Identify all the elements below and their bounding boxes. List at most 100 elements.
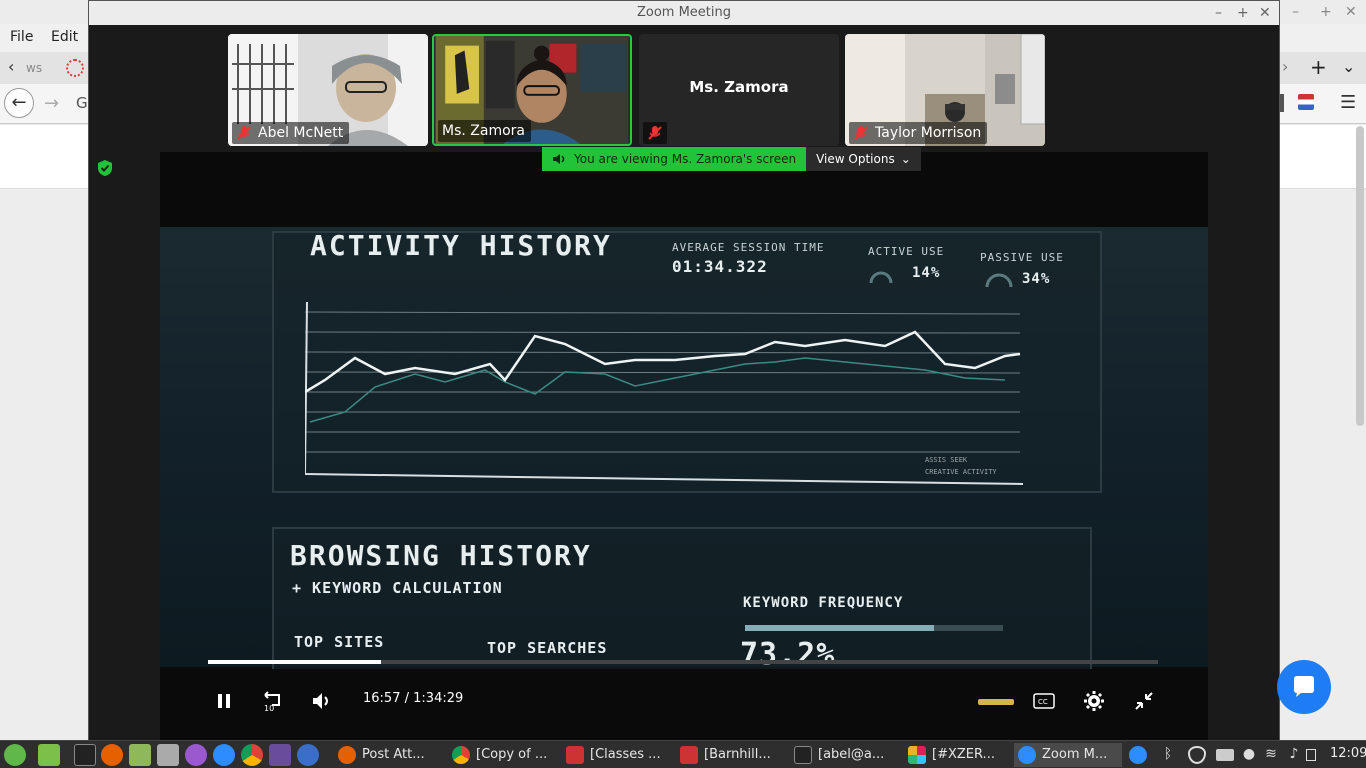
menu-edit[interactable]: Edit [51, 29, 78, 45]
tab-fragment[interactable]: ws [26, 61, 42, 75]
taskbar-window-terminal[interactable]: [abel@a... [790, 743, 898, 767]
activity-history-title: ACTIVITY HISTORY [310, 229, 612, 262]
duration: 1:34:29 [413, 691, 464, 706]
wifi-icon[interactable]: ≋ [1262, 746, 1280, 764]
participant-name: Taylor Morrison [875, 125, 982, 141]
passive-use-label: PASSIVE USE [980, 251, 1064, 264]
captions-icon[interactable]: CC [1032, 689, 1056, 713]
new-tab-icon[interactable]: + [1310, 55, 1327, 79]
participant-tile-zamora-screen[interactable]: Ms. Zamora [639, 34, 839, 146]
hamburger-menu-icon[interactable]: ☰ [1340, 92, 1356, 113]
mic-muted-icon [237, 126, 251, 140]
browsing-history-title: BROWSING HISTORY [290, 539, 592, 572]
screenshot-launcher-icon[interactable] [157, 744, 179, 766]
firefox-launcher-icon[interactable] [101, 744, 123, 766]
mint-menu-icon[interactable] [4, 744, 26, 766]
menu-file[interactable]: File [10, 29, 33, 45]
user-icon[interactable]: ● [1240, 746, 1258, 764]
chat-bubble-button[interactable] [1277, 660, 1331, 714]
clock[interactable]: 12:09 [1330, 746, 1366, 761]
minimize-icon[interactable]: – [1215, 1, 1222, 25]
avg-session-label: AVERAGE SESSION TIME [672, 241, 825, 254]
participant-tile-zamora-video[interactable]: Ms. Zamora [432, 34, 632, 146]
emacs-launcher-icon[interactable] [185, 744, 207, 766]
keyword-frequency-bar [745, 625, 1003, 631]
tab-scroll-right-icon[interactable]: › [1282, 57, 1288, 76]
participant-name-tag [643, 122, 667, 144]
skip-back-icon[interactable]: 10 [260, 689, 284, 713]
zoom-window: Zoom Meeting – + ✕ Abel McNett Ms. Zamor… [88, 0, 1280, 741]
tab-list-icon[interactable]: ⌄ [1342, 57, 1355, 76]
zoom-titlebar: Zoom Meeting – + ✕ [89, 1, 1279, 25]
slack-icon [908, 746, 926, 764]
pause-icon[interactable] [212, 689, 236, 713]
shield-tray-icon[interactable] [1188, 746, 1206, 764]
svg-text:10: 10 [264, 704, 274, 713]
window-label: Post Att... [362, 747, 425, 762]
participant-name: Abel McNett [258, 125, 344, 141]
battery-icon[interactable] [1306, 749, 1316, 761]
zoom-tray-icon[interactable] [1129, 746, 1147, 764]
taskbar-window-barnhill[interactable]: [Barnhill... [676, 743, 784, 767]
taskbar: Post Att... [Copy of ... [Classes ... [B… [0, 740, 1366, 768]
taskbar-window-slack[interactable]: [#XZER... [904, 743, 1012, 767]
encryption-shield-icon[interactable] [97, 159, 113, 177]
top-sites-label: TOP SITES [294, 633, 385, 651]
zoom-launcher-icon[interactable] [213, 744, 235, 766]
close-icon[interactable]: ✕ [1259, 1, 1271, 25]
tab-scroll-left-icon[interactable]: ‹ [8, 57, 14, 76]
volume-icon[interactable] [310, 689, 334, 713]
keyword-frequency-label: KEYWORD FREQUENCY [743, 595, 904, 611]
participant-name-tag: Taylor Morrison [849, 122, 988, 144]
app-icon [566, 746, 584, 764]
window-label: [#XZER... [932, 747, 995, 762]
forward-icon[interactable]: → [44, 93, 59, 114]
printer-icon[interactable] [1216, 749, 1234, 761]
active-use-label: ACTIVE USE [868, 245, 945, 258]
maximize-icon[interactable]: + [1320, 4, 1332, 20]
viewing-screen-notice: You are viewing Ms. Zamora's screen [542, 147, 807, 171]
participant-tile-abel[interactable]: Abel McNett [228, 34, 428, 146]
participant-name-tag: Ms. Zamora [438, 120, 531, 142]
app-launcher-icon[interactable] [297, 744, 319, 766]
shared-screen[interactable]: ACTIVITY HISTORY AVERAGE SESSION TIME 01… [160, 152, 1208, 741]
taskbar-window-zoom[interactable]: Zoom M... [1014, 743, 1122, 767]
taskbar-window-classes[interactable]: [Classes ... [562, 743, 670, 767]
files-launcher-icon[interactable] [129, 744, 151, 766]
scrollbar[interactable] [1356, 126, 1364, 426]
settings-gear-icon[interactable] [1082, 689, 1106, 713]
time-separator: / [404, 691, 409, 706]
flag-extension-icon[interactable] [1298, 94, 1314, 110]
taskbar-window-chrome[interactable]: [Copy of ... [448, 743, 556, 767]
activity-line-chart: ASSIS SEEK CREATIVE ACTIVITY [305, 302, 1024, 485]
legend-item: ASSIS SEEK [925, 456, 968, 464]
browsing-history-subtitle: + KEYWORD CALCULATION [292, 579, 503, 597]
close-icon[interactable]: ✕ [1345, 4, 1357, 20]
loading-icon [66, 59, 84, 77]
view-options-button[interactable]: View Options ⌄ [806, 147, 921, 171]
active-use-gauge-icon [869, 271, 893, 284]
chevron-down-icon: ⌄ [900, 152, 911, 166]
reload-icon[interactable]: G [76, 94, 88, 112]
terminal-launcher-icon[interactable] [74, 744, 96, 766]
speaker-icon [553, 154, 565, 164]
zoom-meeting-body: Abel McNett Ms. Zamora Ms. Zamora Taylor… [89, 25, 1279, 741]
taskbar-window-firefox[interactable]: Post Att... [334, 743, 442, 767]
keyword-frequency-fill [745, 625, 934, 631]
top-searches-label: TOP SEARCHES [487, 639, 608, 657]
screen-share-banner: You are viewing Ms. Zamora's screen View… [542, 147, 921, 171]
bluetooth-icon[interactable]: ᛒ [1159, 746, 1177, 764]
minimize-icon[interactable]: – [1292, 4, 1299, 20]
maximize-icon[interactable]: + [1237, 1, 1249, 25]
exit-fullscreen-icon[interactable] [1132, 689, 1156, 713]
participant-tile-taylor[interactable]: Taylor Morrison [845, 34, 1045, 146]
participant-name: Ms. Zamora [442, 123, 525, 139]
back-icon[interactable]: ← [4, 88, 34, 118]
sound-icon[interactable]: ♪ [1285, 746, 1303, 764]
video-progress-bar[interactable] [208, 660, 1158, 664]
chrome-launcher-icon[interactable] [241, 744, 263, 766]
show-desktop-icon[interactable] [38, 744, 60, 766]
chat-icon [1294, 676, 1314, 697]
zoom-icon [1018, 746, 1036, 764]
notes-launcher-icon[interactable] [269, 744, 291, 766]
